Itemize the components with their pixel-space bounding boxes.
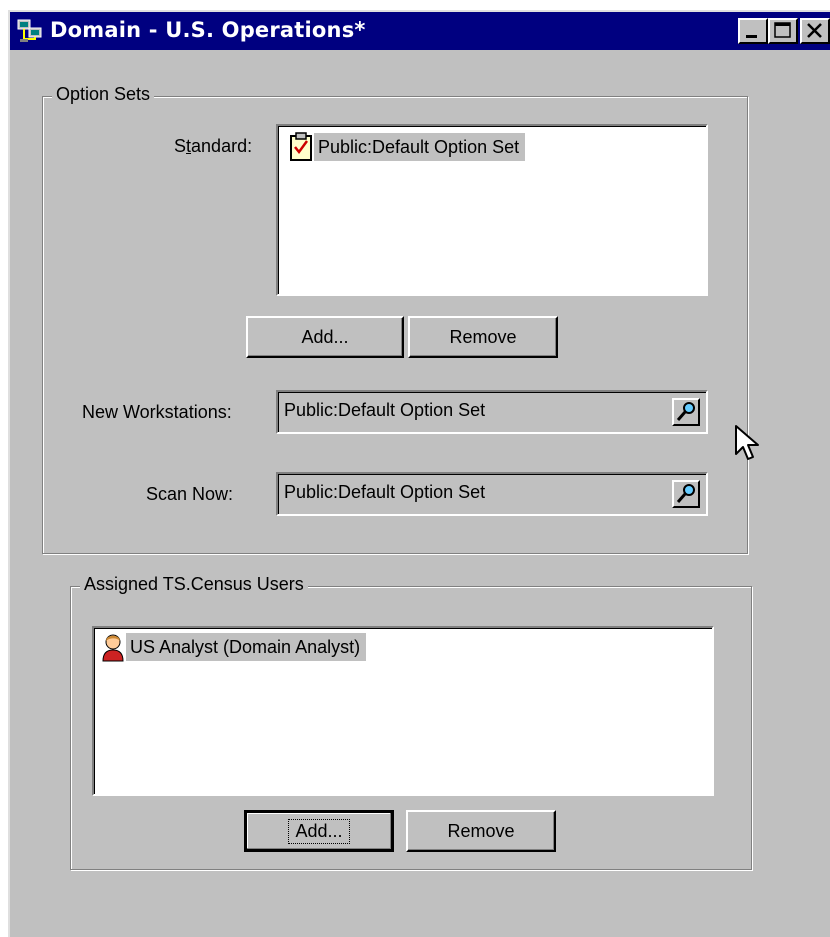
user-person-icon bbox=[102, 634, 124, 662]
standard-label: Standard: bbox=[174, 136, 253, 156]
add-button-label: Add... bbox=[301, 326, 349, 347]
magnifier-icon bbox=[676, 484, 695, 503]
new-workstations-label: New Workstations: bbox=[82, 402, 232, 422]
remove-button-label: Remove bbox=[447, 820, 515, 841]
list-item-label: US Analyst (Domain Analyst) bbox=[126, 633, 367, 661]
remove-button-label: Remove bbox=[449, 326, 517, 347]
option-sets-remove-button[interactable]: Remove bbox=[408, 316, 558, 358]
assigned-users-legend: Assigned TS.Census Users bbox=[80, 574, 308, 595]
scan-now-label: Scan Now: bbox=[146, 484, 234, 504]
standard-option-sets-list[interactable]: Public:Default Option Set bbox=[276, 124, 708, 296]
close-icon bbox=[807, 23, 822, 38]
domain-window: Domain - U.S. Operations* Option Sets St… bbox=[8, 10, 830, 937]
checklist-clipboard-icon bbox=[290, 132, 312, 161]
option-sets-legend: Option Sets bbox=[52, 84, 155, 105]
add-button-label: Add... bbox=[288, 818, 350, 844]
users-remove-button[interactable]: Remove bbox=[406, 810, 556, 852]
new-workstations-lookup-button[interactable] bbox=[672, 398, 700, 426]
new-workstations-value: Public:Default Option Set bbox=[284, 400, 486, 420]
scan-now-field[interactable]: Public:Default Option Set bbox=[276, 472, 708, 516]
new-workstations-field[interactable]: Public:Default Option Set bbox=[276, 390, 708, 434]
network-computers-icon bbox=[17, 19, 42, 42]
list-item-label: Public:Default Option Set bbox=[314, 133, 526, 161]
title-bar[interactable]: Domain - U.S. Operations* bbox=[10, 12, 830, 50]
mouse-pointer-icon bbox=[735, 425, 759, 460]
minimize-icon bbox=[746, 35, 757, 38]
list-item[interactable]: US Analyst (Domain Analyst) bbox=[100, 632, 367, 662]
assigned-users-list[interactable]: US Analyst (Domain Analyst) bbox=[92, 626, 714, 796]
scan-now-lookup-button[interactable] bbox=[672, 480, 700, 508]
maximize-icon bbox=[774, 22, 791, 38]
minimize-button[interactable] bbox=[738, 18, 768, 44]
maximize-button[interactable] bbox=[768, 18, 798, 44]
scan-now-value: Public:Default Option Set bbox=[284, 482, 486, 502]
option-sets-add-button[interactable]: Add... bbox=[246, 316, 404, 358]
users-add-button[interactable]: Add... bbox=[244, 810, 394, 852]
close-button[interactable] bbox=[800, 18, 830, 44]
list-item[interactable]: Public:Default Option Set bbox=[288, 132, 526, 162]
magnifier-icon bbox=[676, 402, 695, 421]
window-title: Domain - U.S. Operations* bbox=[50, 18, 366, 42]
